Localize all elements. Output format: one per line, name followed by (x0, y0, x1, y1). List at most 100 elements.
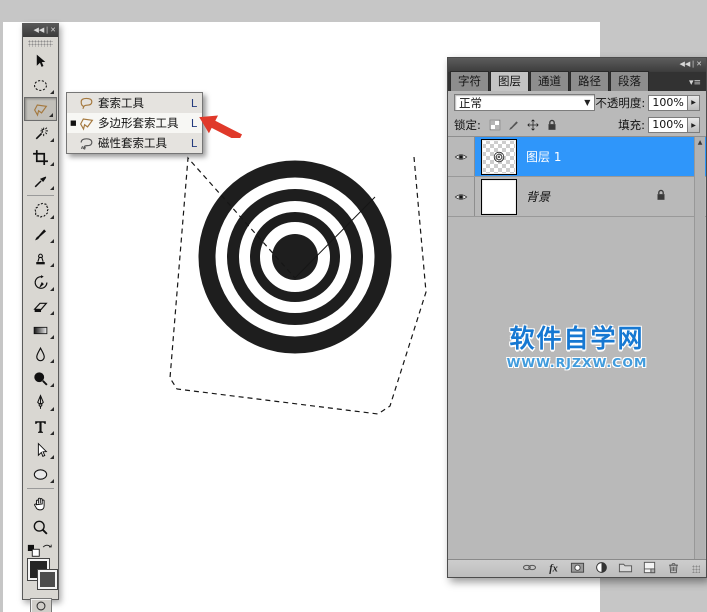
fill-input[interactable]: 100% (648, 117, 688, 133)
default-colors-icon[interactable] (27, 544, 41, 558)
layer-main[interactable]: 背景 (475, 177, 706, 216)
eraser-icon (32, 298, 49, 315)
swap-colors-icon[interactable] (40, 541, 54, 555)
tab-字符[interactable]: 字符 (450, 71, 489, 91)
resize-grip[interactable] (692, 564, 700, 573)
trash-icon (666, 560, 681, 575)
history-brush-icon (32, 274, 49, 291)
color-swatches (26, 558, 58, 595)
close-icon[interactable]: ✕ (696, 60, 702, 68)
new-layer-button[interactable] (642, 560, 657, 578)
opacity-spinner[interactable]: ▶ (688, 94, 700, 111)
gradient-tool-button[interactable] (24, 318, 57, 342)
visibility-toggle[interactable] (448, 177, 475, 216)
elliptical-marquee-tool-button[interactable] (24, 73, 57, 97)
collapse-icon[interactable]: ◀◀ (33, 26, 44, 34)
menu-item-label: 磁性套索工具 (98, 136, 167, 150)
lasso-flyout-menu: 套索工具 L ■ 多边形套索工具 L 磁性套索工具 L (66, 92, 203, 154)
menu-item-套索工具[interactable]: 套索工具 L (67, 93, 202, 113)
menu-item-label: 多边形套索工具 (98, 116, 179, 130)
eyedropper-icon (32, 173, 49, 190)
blur-icon (32, 346, 49, 363)
menu-item-磁性套索工具[interactable]: 磁性套索工具 L (67, 133, 202, 153)
flyout-corner-icon (50, 263, 54, 267)
ellipse-shape-tool-button[interactable] (24, 462, 57, 486)
type-tool-button[interactable] (24, 414, 57, 438)
watermark: 软件自学网 WWW.RJZXW.COM (448, 319, 706, 370)
lock-paint-icon[interactable] (507, 118, 521, 132)
visibility-toggle[interactable] (448, 137, 475, 176)
background-color-swatch[interactable] (37, 569, 58, 590)
layer-row[interactable]: 背景 (448, 177, 706, 217)
magnetic-lasso-icon (78, 135, 95, 152)
path-selection-tool-button[interactable] (24, 438, 57, 462)
group-button[interactable] (618, 560, 633, 578)
type-icon (32, 418, 49, 435)
new-layer-icon (642, 560, 657, 575)
scroll-up-icon[interactable]: ▲ (698, 139, 703, 146)
move-tool-button[interactable] (24, 49, 57, 73)
blend-mode-value: 正常 (459, 95, 482, 110)
collapse-icon[interactable]: ◀◀ (679, 60, 690, 68)
crop-icon (32, 149, 49, 166)
layers-list: 图层 1 背景 ▲ 软件自学网 WWW.RJZXW.COM (448, 136, 706, 559)
flyout-corner-icon (50, 287, 54, 291)
adjustment-layer-icon (594, 560, 609, 575)
layer-row[interactable]: 图层 1 (448, 137, 706, 177)
lasso-tool-button[interactable] (24, 97, 57, 121)
tab-通道[interactable]: 通道 (530, 71, 569, 91)
flyout-corner-icon (50, 407, 54, 411)
panel-menu-icon[interactable]: ▾≡ (689, 78, 704, 91)
tool-palette: ◀◀❘✕ (22, 23, 59, 612)
zoom-tool-button[interactable] (24, 515, 57, 539)
palette-grip[interactable] (28, 40, 53, 47)
layer-thumbnail[interactable] (481, 178, 517, 215)
layers-scrollbar[interactable]: ▲ (694, 137, 705, 559)
pen-tool-button[interactable] (24, 390, 57, 414)
close-icon[interactable]: ✕ (50, 26, 56, 34)
hand-tool-button[interactable] (24, 491, 57, 515)
menu-item-多边形套索工具[interactable]: ■ 多边形套索工具 L (67, 113, 202, 133)
lock-move-icon[interactable] (526, 118, 540, 132)
layer-mask-button[interactable] (570, 560, 585, 578)
clone-stamp-tool-button[interactable] (24, 246, 57, 270)
eraser-tool-button[interactable] (24, 294, 57, 318)
flyout-corner-icon (50, 455, 54, 459)
opacity-input[interactable]: 100% (648, 94, 689, 111)
flyout-corner-icon (49, 113, 53, 117)
lock-transparency-icon[interactable] (488, 118, 502, 132)
blend-opacity-row: 正常 ▼ 不透明度: 100% ▶ (448, 91, 706, 114)
history-brush-tool-button[interactable] (24, 270, 57, 294)
polygonal-lasso-icon (32, 101, 49, 118)
crop-tool-button[interactable] (24, 145, 57, 169)
layer-thumbnail[interactable] (481, 138, 517, 175)
patch-tool-button[interactable] (24, 198, 57, 222)
adjustment-layer-button[interactable] (594, 560, 609, 578)
trash-button[interactable] (666, 560, 681, 578)
eyedropper-tool-button[interactable] (24, 169, 57, 193)
move-tool-icon (32, 53, 49, 70)
toolbar-separator (27, 488, 54, 489)
blend-mode-dropdown[interactable]: 正常 ▼ (454, 94, 596, 111)
layer-main[interactable]: 图层 1 (475, 137, 706, 176)
quick-mask-button[interactable] (29, 598, 52, 612)
magic-wand-tool-button[interactable] (24, 121, 57, 145)
layers-panel: ◀◀❘✕ 字符 图层 通道 路径 段落 ▾≡ 正常 ▼ 不透明度: 100% ▶ 锁定: … (447, 57, 707, 578)
tab-段落[interactable]: 段落 (610, 71, 649, 91)
current-tool-bullet: ■ (70, 119, 77, 127)
polygonal-lasso-icon (78, 115, 95, 132)
chevron-down-icon: ▼ (584, 98, 591, 107)
menu-item-label: 套索工具 (98, 96, 144, 110)
panel-titlebar[interactable]: ◀◀❘✕ (448, 58, 706, 72)
tool-palette-titlebar[interactable]: ◀◀❘✕ (23, 24, 58, 37)
flyout-corner-icon (50, 479, 54, 483)
tab-图层[interactable]: 图层 (490, 71, 529, 91)
burn-tool-button[interactable] (24, 366, 57, 390)
tab-路径[interactable]: 路径 (570, 71, 609, 91)
blur-tool-button[interactable] (24, 342, 57, 366)
link-button[interactable] (522, 560, 537, 578)
lock-all-icon[interactable] (545, 118, 559, 132)
brush-tool-button[interactable] (24, 222, 57, 246)
fill-spinner[interactable]: ▶ (688, 117, 700, 133)
fx-button[interactable]: fx (546, 560, 561, 578)
